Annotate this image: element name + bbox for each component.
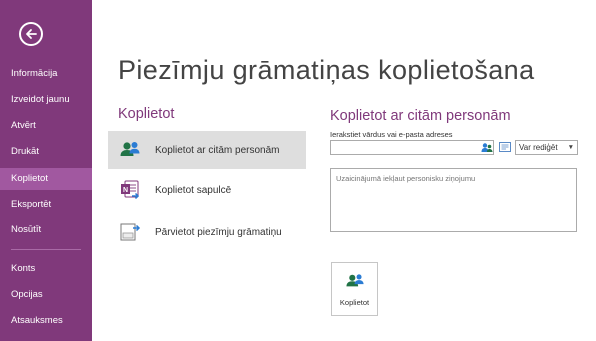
nav-item-share[interactable]: Koplietot (0, 168, 92, 190)
share-button[interactable]: Koplietot (331, 262, 378, 316)
email-hint-label: Ierakstiet vārdus vai e-pasta adreses (330, 130, 453, 139)
share-option-move-label: Pārvietot piezīmju grāmatiņu (155, 226, 282, 238)
email-input[interactable] (330, 140, 494, 155)
share-people-icon (120, 142, 140, 156)
nav-item-open[interactable]: Atvērt (0, 115, 92, 137)
permission-dropdown[interactable]: Var rediģēt ▼ (515, 140, 578, 155)
back-arrow-icon (26, 29, 37, 39)
nav-item-account[interactable]: Konts (0, 258, 92, 280)
share-option-people[interactable]: Koplietot ar citām personām (108, 131, 306, 169)
move-notebook-icon (120, 223, 141, 241)
nav-item-new[interactable]: Izveidot jaunu (0, 89, 92, 111)
share-button-label: Koplietot (339, 298, 370, 307)
share-option-move[interactable]: Pārvietot piezīmju grāmatiņu (108, 213, 306, 251)
nav-item-export[interactable]: Eksportēt (0, 194, 92, 216)
chevron-down-icon: ▼ (567, 144, 574, 151)
nav-item-options[interactable]: Opcijas (0, 284, 92, 306)
backstage-sidebar: Informācija Izveidot jaunu Atvērt Drukāt… (0, 0, 92, 341)
share-option-people-label: Koplietot ar citām personām (155, 144, 280, 156)
page-title: Piezīmju grāmatiņas koplietošana (118, 55, 535, 85)
svg-text:N: N (123, 187, 128, 194)
share-option-meeting[interactable]: N Koplietot sapulcē (108, 171, 306, 209)
share-option-meeting-label: Koplietot sapulcē (155, 184, 232, 196)
nav-item-send[interactable]: Nosūtīt (0, 219, 92, 241)
check-names-icon[interactable] (499, 141, 511, 153)
onenote-meeting-icon: N (121, 180, 140, 200)
share-people-icon (345, 274, 364, 287)
nav-item-print[interactable]: Drukāt (0, 141, 92, 163)
nav-divider (11, 249, 81, 250)
back-button[interactable] (19, 22, 43, 46)
personal-message-input[interactable] (330, 168, 577, 232)
share-section-title: Koplietot (118, 106, 175, 122)
permission-value: Var rediģēt (519, 143, 558, 152)
address-book-icon[interactable] (481, 142, 493, 153)
nav-item-info[interactable]: Informācija (0, 63, 92, 85)
people-section-title: Koplietot ar citām personām (330, 108, 511, 124)
nav-item-feedback[interactable]: Atsauksmes (0, 310, 92, 332)
